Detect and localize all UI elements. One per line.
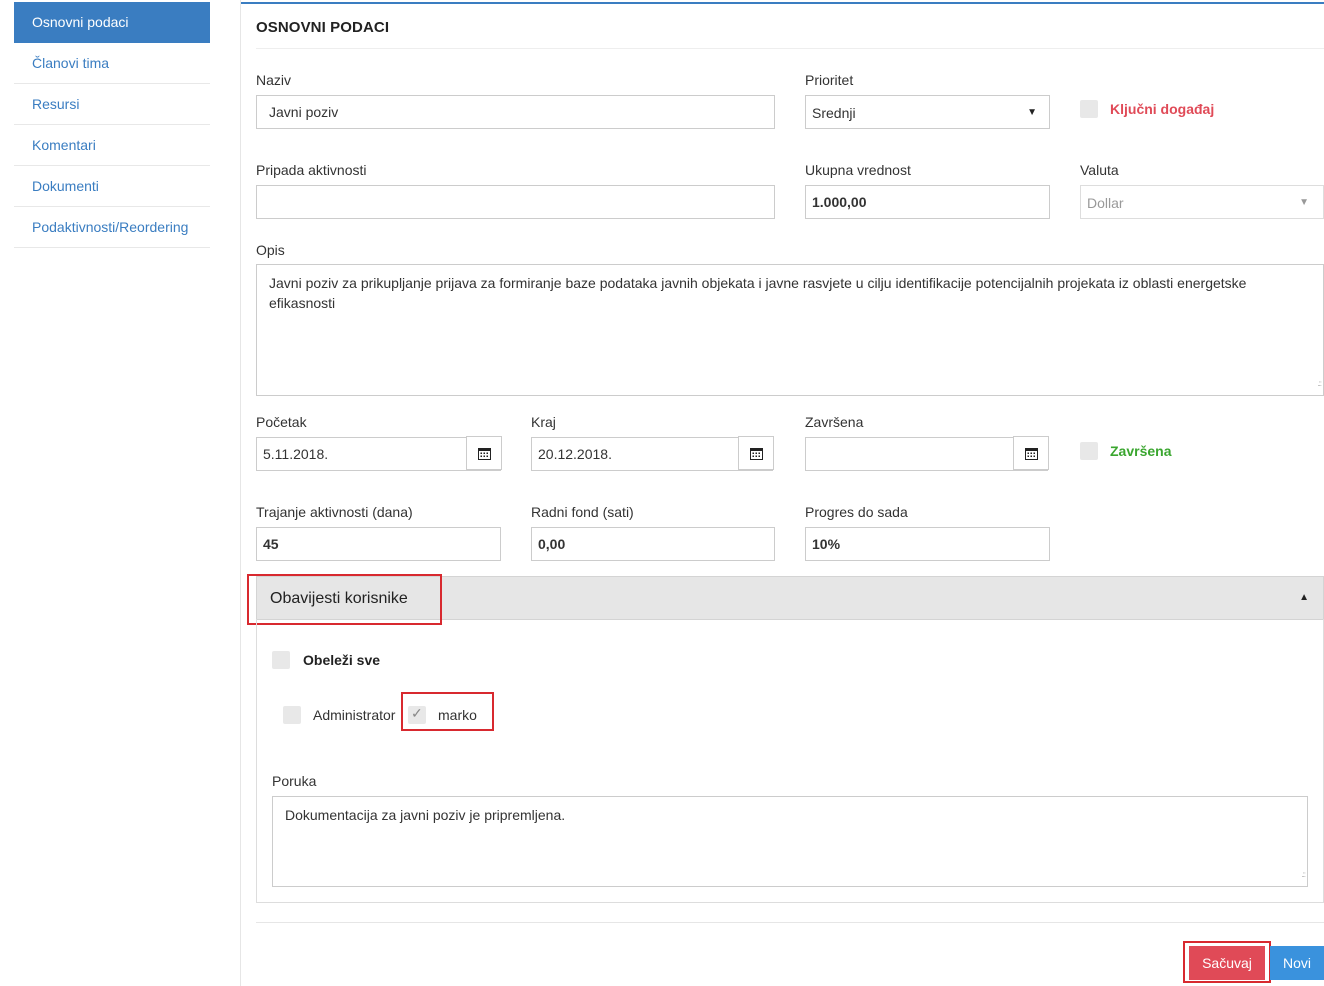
- sidebar-item-resursi[interactable]: Resursi: [14, 84, 210, 125]
- calendar-icon[interactable]: [738, 436, 774, 470]
- kraj-date-group: [531, 436, 774, 471]
- sidebar: Osnovni podaci Članovi tima Resursi Kome…: [14, 2, 210, 248]
- calendar-icon[interactable]: [466, 436, 502, 470]
- opis-label: Opis: [256, 242, 285, 258]
- ukupna-label: Ukupna vrednost: [805, 162, 911, 178]
- caret-up-icon[interactable]: ▲: [1299, 592, 1309, 603]
- footer-divider: [256, 922, 1324, 923]
- kraj-input[interactable]: [531, 437, 773, 471]
- sidebar-item-podaktivnosti[interactable]: Podaktivnosti/Reordering: [14, 207, 210, 248]
- valuta-label: Valuta: [1080, 162, 1119, 178]
- new-button[interactable]: Novi: [1270, 946, 1324, 980]
- sidebar-item-dokumenti[interactable]: Dokumenti: [14, 166, 210, 207]
- pripada-aktivnosti-input[interactable]: [256, 185, 775, 219]
- title-divider: [256, 48, 1324, 49]
- select-all-label: Obeleži sve: [303, 652, 381, 668]
- kraj-label: Kraj: [531, 414, 556, 430]
- caret-down-icon: ▼: [1027, 107, 1037, 118]
- prioritet-value: Srednji: [812, 105, 856, 121]
- resize-grip-icon[interactable]: .::: [1317, 374, 1322, 394]
- naziv-label: Naziv: [256, 72, 292, 88]
- highlight-box: [401, 692, 494, 731]
- valuta-value: Dollar: [1087, 195, 1124, 211]
- section-title: OSNOVNI PODACI: [256, 19, 390, 36]
- main-panel: OSNOVNI PODACI Naziv Prioritet Srednji ▼…: [241, 0, 1324, 986]
- naziv-input[interactable]: [256, 95, 775, 129]
- zavrsena-date-group: [805, 436, 1049, 471]
- pocetak-input[interactable]: [256, 437, 501, 471]
- calendar-icon[interactable]: [1013, 436, 1049, 470]
- pocetak-date-group: [256, 436, 502, 471]
- zavrsena-input[interactable]: [805, 437, 1048, 471]
- radni-fond-label: Radni fond (sati): [531, 504, 634, 520]
- prioritet-label: Prioritet: [805, 72, 854, 88]
- pripada-label: Pripada aktivnosti: [256, 162, 367, 178]
- caret-down-icon: ▼: [1299, 197, 1309, 208]
- kljucni-dogadjaj-checkbox[interactable]: [1080, 100, 1098, 118]
- panel-top-accent: [241, 2, 1324, 4]
- zavrsena-checkbox[interactable]: [1080, 442, 1098, 460]
- user-checkbox-administrator[interactable]: [283, 706, 301, 724]
- trajanje-input[interactable]: [256, 527, 501, 561]
- pocetak-label: Početak: [256, 414, 307, 430]
- kljucni-dogadjaj-label: Ključni događaj: [1110, 101, 1215, 117]
- poruka-label: Poruka: [272, 773, 317, 789]
- progres-input[interactable]: [805, 527, 1050, 561]
- opis-text: Javni poziv za prikupljanje prijava za f…: [269, 275, 1247, 311]
- sidebar-item-osnovni-podaci[interactable]: Osnovni podaci: [14, 2, 210, 43]
- trajanje-label: Trajanje aktivnosti (dana): [256, 504, 413, 520]
- progres-label: Progres do sada: [805, 504, 908, 520]
- select-all-checkbox[interactable]: [272, 651, 290, 669]
- sidebar-item-komentari[interactable]: Komentari: [14, 125, 210, 166]
- sidebar-item-clanovi-tima[interactable]: Članovi tima: [14, 43, 210, 84]
- highlight-box: [247, 574, 442, 625]
- radni-fond-input[interactable]: [531, 527, 775, 561]
- valuta-select: Dollar ▼: [1080, 185, 1324, 219]
- zavrsena-checkbox-label: Završena: [1110, 443, 1172, 459]
- resize-grip-icon[interactable]: .::: [1301, 865, 1306, 885]
- poruka-text: Dokumentacija za javni poziv je pripreml…: [285, 807, 566, 823]
- user-label-administrator: Administrator: [313, 707, 396, 723]
- ukupna-vrednost-input[interactable]: [805, 185, 1050, 219]
- prioritet-select[interactable]: Srednji ▼: [805, 95, 1050, 129]
- opis-textarea[interactable]: Javni poziv za prikupljanje prijava za f…: [256, 264, 1324, 396]
- poruka-textarea[interactable]: Dokumentacija za javni poziv je pripreml…: [272, 796, 1308, 887]
- highlight-box: [1183, 941, 1271, 983]
- zavrsena-date-label: Završena: [805, 414, 864, 430]
